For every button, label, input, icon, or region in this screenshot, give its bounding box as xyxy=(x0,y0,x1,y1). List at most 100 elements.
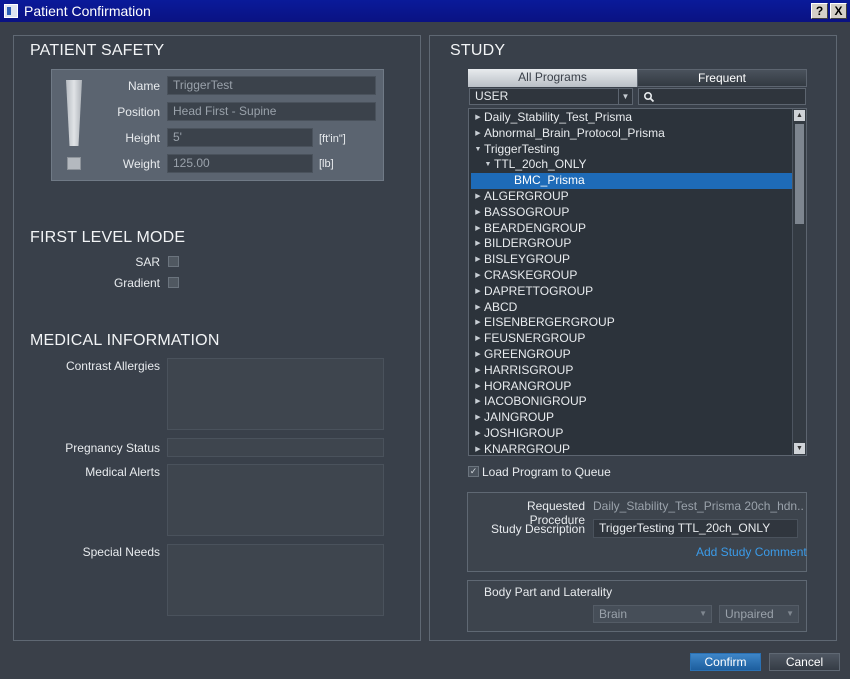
name-label: Name xyxy=(127,79,160,93)
load-to-queue-checkbox[interactable]: ✓ xyxy=(468,466,479,477)
tree-item[interactable]: ▶ BASSOGROUP xyxy=(469,205,793,221)
study-title: STUDY xyxy=(450,42,506,59)
tree-item[interactable]: ▶ BISLEYGROUP xyxy=(469,252,793,268)
program-tree-list: ▶ Daily_Stability_Test_Prisma ▶ Abnormal_Br… xyxy=(469,110,793,455)
tree-item[interactable]: ▶ JAINGROUP xyxy=(469,410,793,426)
chevron-right-icon[interactable]: ▶ xyxy=(474,315,482,331)
tree-item-selected[interactable]: BMC_Prisma xyxy=(471,173,793,189)
chevron-right-icon[interactable]: ▶ xyxy=(474,300,482,316)
chevron-right-icon[interactable]: ▶ xyxy=(474,284,482,300)
tree-item[interactable]: ▶ HORANGROUP xyxy=(469,379,793,395)
tree-item-label: EISENBERGERGROUP xyxy=(484,315,615,330)
chevron-right-icon[interactable]: ▶ xyxy=(474,379,482,395)
sar-label: SAR xyxy=(135,255,160,269)
medical-alerts-field[interactable] xyxy=(167,464,384,536)
program-filter-value: USER xyxy=(475,89,509,103)
tree-item-label: BEARDENGROUP xyxy=(484,220,587,235)
tree-item[interactable]: ▶ ABCD xyxy=(469,300,793,316)
chevron-right-icon[interactable]: ▶ xyxy=(474,331,482,347)
scrollbar-thumb[interactable] xyxy=(795,124,804,224)
scroll-up-icon[interactable]: ▲ xyxy=(794,110,805,121)
tree-item[interactable]: ▶ BEARDENGROUP xyxy=(469,221,793,237)
special-needs-field[interactable] xyxy=(167,544,384,616)
chevron-right-icon[interactable]: ▶ xyxy=(474,442,482,455)
tree-item[interactable]: ▼ TTL_20ch_ONLY xyxy=(469,157,793,173)
program-filter-dropdown[interactable]: USER ▼ xyxy=(469,88,633,105)
chevron-right-icon[interactable]: ▶ xyxy=(474,268,482,284)
chevron-right-icon[interactable]: ▶ xyxy=(474,410,482,426)
confirm-button[interactable]: Confirm xyxy=(690,653,761,671)
special-needs-label: Special Needs xyxy=(82,545,160,559)
sar-checkbox[interactable] xyxy=(168,256,179,267)
tree-item[interactable]: ▼ TriggerTesting xyxy=(469,142,793,158)
gradient-checkbox[interactable] xyxy=(168,277,179,288)
weight-field[interactable]: 125.00 xyxy=(167,154,313,173)
tree-item-label: BISLEYGROUP xyxy=(484,252,571,267)
program-tree[interactable]: ▶ Daily_Stability_Test_Prisma ▶ Abnormal_Br… xyxy=(468,108,807,456)
height-label: Height xyxy=(125,131,160,145)
tree-item[interactable]: ▶ KNARRGROUP xyxy=(469,442,793,455)
weight-unit: [lb] xyxy=(319,158,334,170)
tree-item[interactable]: ▶ Daily_Stability_Test_Prisma xyxy=(469,110,793,126)
tree-scrollbar[interactable]: ▲ ▼ xyxy=(792,109,806,455)
chevron-right-icon[interactable]: ▶ xyxy=(474,221,482,237)
height-unit: [ft'in"] xyxy=(319,133,346,145)
close-button[interactable]: X xyxy=(830,3,847,19)
exclamation-dot-icon xyxy=(67,157,81,170)
program-search-input[interactable] xyxy=(638,88,806,105)
chevron-right-icon[interactable]: ▶ xyxy=(474,110,482,126)
tree-item[interactable]: ▶ BILDERGROUP xyxy=(469,236,793,252)
tree-item[interactable]: ▶ IACOBONIGROUP xyxy=(469,394,793,410)
patient-safety-title: PATIENT SAFETY xyxy=(30,42,165,59)
chevron-right-icon[interactable]: ▶ xyxy=(474,236,482,252)
pregnancy-status-label: Pregnancy Status xyxy=(65,441,160,455)
medical-alerts-label: Medical Alerts xyxy=(85,465,160,479)
height-field[interactable]: 5' xyxy=(167,128,313,147)
help-button[interactable]: ? xyxy=(811,3,828,19)
body-part-select[interactable]: Brain ▼ xyxy=(593,605,712,623)
tree-item-label: TTL_20ch_ONLY xyxy=(494,157,587,172)
tree-item-label: HARRISGROUP xyxy=(484,362,574,377)
tree-item[interactable]: ▶ ALGERGROUP xyxy=(469,189,793,205)
load-to-queue-label: Load Program to Queue xyxy=(482,465,611,479)
chevron-right-icon[interactable]: ▶ xyxy=(474,205,482,221)
body-part-value: Brain xyxy=(599,607,628,621)
chevron-right-icon[interactable]: ▶ xyxy=(474,252,482,268)
tree-item[interactable]: ▶ HARRISGROUP xyxy=(469,363,793,379)
cancel-button[interactable]: Cancel xyxy=(769,653,840,671)
chevron-down-icon[interactable]: ▼ xyxy=(484,157,492,173)
laterality-value: Unpaired xyxy=(725,607,774,621)
chevron-right-icon[interactable]: ▶ xyxy=(474,126,482,142)
chevron-down-icon[interactable]: ▼ xyxy=(474,142,482,158)
scroll-down-icon[interactable]: ▼ xyxy=(794,443,805,454)
study-description-label: Study Description xyxy=(490,522,585,536)
contrast-allergies-field[interactable] xyxy=(167,358,384,430)
chevron-right-icon[interactable]: ▶ xyxy=(474,394,482,410)
study-description-field[interactable]: TriggerTesting TTL_20ch_ONLY xyxy=(593,519,798,538)
app-window-icon xyxy=(4,4,18,18)
chevron-right-icon[interactable]: ▶ xyxy=(474,426,482,442)
tree-item[interactable]: ▶ GREENGROUP xyxy=(469,347,793,363)
chevron-right-icon[interactable]: ▶ xyxy=(474,189,482,205)
chevron-right-icon[interactable]: ▶ xyxy=(474,347,482,363)
tree-item-label: GREENGROUP xyxy=(484,346,571,361)
tree-item-label: BILDERGROUP xyxy=(484,236,572,251)
position-field[interactable]: Head First - Supine xyxy=(167,102,376,121)
laterality-select[interactable]: Unpaired ▼ xyxy=(719,605,799,623)
window-titlebar[interactable]: Patient Confirmation ? X xyxy=(0,0,850,22)
pregnancy-status-field[interactable] xyxy=(167,438,384,457)
tab-frequent[interactable]: Frequent xyxy=(637,69,807,87)
requested-procedure-value: Daily_Stability_Test_Prisma 20ch_hdn... xyxy=(593,499,803,513)
tree-item-label: Abnormal_Brain_Protocol_Prisma xyxy=(484,125,665,140)
chevron-down-icon: ▼ xyxy=(699,609,707,618)
tab-all-programs[interactable]: All Programs xyxy=(468,69,637,87)
tree-item[interactable]: ▶ FEUSNERGROUP xyxy=(469,331,793,347)
chevron-right-icon[interactable]: ▶ xyxy=(474,363,482,379)
tree-item[interactable]: ▶ JOSHIGROUP xyxy=(469,426,793,442)
tree-item[interactable]: ▶ DAPRETTOGROUP xyxy=(469,284,793,300)
tree-item[interactable]: ▶ Abnormal_Brain_Protocol_Prisma xyxy=(469,126,793,142)
add-study-comment-link[interactable]: Add Study Comment xyxy=(696,545,807,559)
name-field[interactable]: TriggerTest xyxy=(167,76,376,95)
tree-item[interactable]: ▶ CRASKEGROUP xyxy=(469,268,793,284)
tree-item[interactable]: ▶ EISENBERGERGROUP xyxy=(469,315,793,331)
